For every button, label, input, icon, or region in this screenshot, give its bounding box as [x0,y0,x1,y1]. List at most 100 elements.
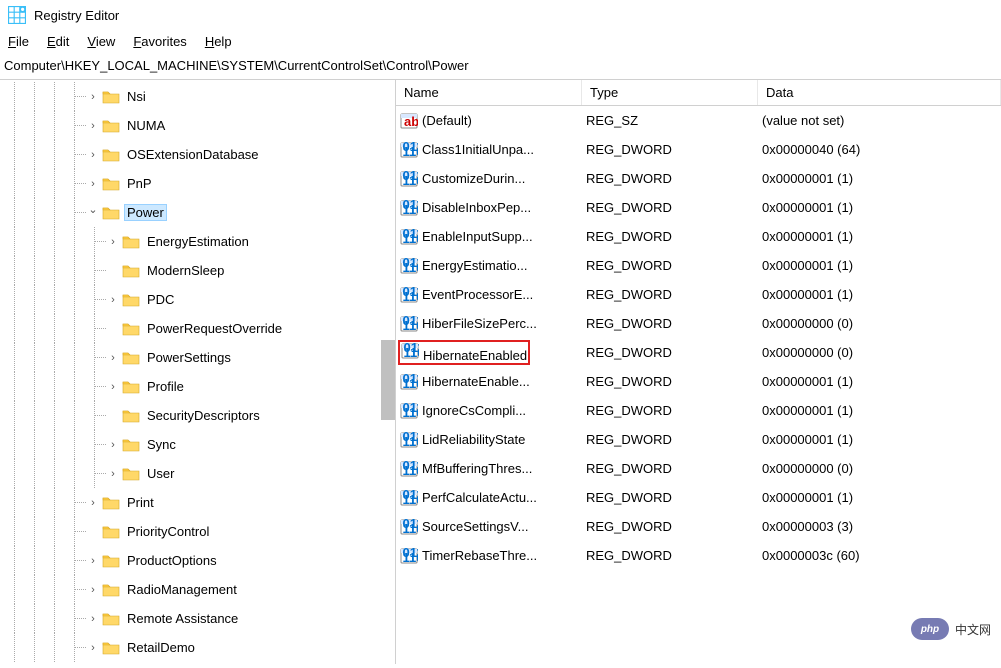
value-row[interactable]: 011 110 TimerRebaseThre...REG_DWORD0x000… [396,541,1001,570]
expand-toggle[interactable]: › [86,120,100,132]
expand-toggle[interactable]: › [86,613,100,625]
php-logo-icon: php [911,618,949,640]
value-row[interactable]: 011 110 HibernateEnable...REG_DWORD0x000… [396,367,1001,396]
tree-item-prioritycontrol[interactable]: PriorityControl [0,517,395,546]
cell-data: 0x00000000 (0) [758,314,1001,333]
expand-toggle[interactable]: ⌄ [86,203,100,216]
cell-type: REG_DWORD [582,401,758,420]
tree-item-user[interactable]: › User [0,459,395,488]
value-row[interactable]: 011 110 EventProcessorE...REG_DWORD0x000… [396,280,1001,309]
tree-item-radiomanagement[interactable]: › RadioManagement [0,575,395,604]
tree-item-pdc[interactable]: › PDC [0,285,395,314]
value-row[interactable]: 011 110 MfBufferingThres...REG_DWORD0x00… [396,454,1001,483]
tree-label: ModernSleep [144,262,227,279]
cell-name: 011 110 IgnoreCsCompli... [396,400,582,422]
svg-text:110: 110 [403,405,419,420]
expand-toggle[interactable]: › [106,236,120,248]
menu-help[interactable]: Help [205,34,232,49]
value-row[interactable]: 011 110 IgnoreCsCompli...REG_DWORD0x0000… [396,396,1001,425]
expand-toggle[interactable]: › [86,497,100,509]
tree-item-print[interactable]: › Print [0,488,395,517]
tree-panel[interactable]: › Nsi› NUMA› OSExtensionDatabase› PnP⌄ P… [0,80,396,664]
folder-icon [102,553,120,568]
tree-item-retaildemo[interactable]: › RetailDemo [0,633,395,662]
list-panel[interactable]: Name Type Data ab (Default)REG_SZ(value … [396,80,1001,664]
value-row[interactable]: 011 110 HiberFileSizePerc...REG_DWORD0x0… [396,309,1001,338]
highlight-box: 011 110 HibernateEnabled [398,340,530,365]
tree-item-energyestimation[interactable]: › EnergyEstimation [0,227,395,256]
value-name: Class1InitialUnpa... [422,142,534,157]
tree-item-profile[interactable]: › Profile [0,372,395,401]
regedit-icon [8,6,26,24]
expand-toggle[interactable]: › [106,352,120,364]
tree-label: RetailDemo [124,639,198,656]
expand-toggle[interactable]: › [106,294,120,306]
expand-toggle[interactable]: › [106,381,120,393]
tree-item-powersettings[interactable]: › PowerSettings [0,343,395,372]
menu-view[interactable]: View [87,34,115,49]
tree-item-sync[interactable]: › Sync [0,430,395,459]
value-row[interactable]: 011 110 HibernateEnabledREG_DWORD0x00000… [396,338,1001,367]
value-name: HiberFileSizePerc... [422,316,537,331]
svg-text:ab: ab [404,114,418,129]
cell-type: REG_DWORD [582,459,758,478]
cell-type: REG_DWORD [582,517,758,536]
menu-file[interactable]: File [8,34,29,49]
svg-text:110: 110 [403,144,419,159]
header-name[interactable]: Name [396,80,582,105]
expand-toggle[interactable]: › [86,91,100,103]
expand-toggle[interactable]: › [106,468,120,480]
value-row[interactable]: 011 110 DisableInboxPep...REG_DWORD0x000… [396,193,1001,222]
folder-icon [102,582,120,597]
value-row[interactable]: 011 110 LidReliabilityStateREG_DWORD0x00… [396,425,1001,454]
cell-type: REG_DWORD [582,488,758,507]
svg-text:110: 110 [403,202,419,217]
value-row[interactable]: 011 110 SourceSettingsV...REG_DWORD0x000… [396,512,1001,541]
binary-value-icon: 011 110 [400,518,418,536]
expand-toggle[interactable]: › [86,149,100,161]
folder-icon [102,89,120,104]
menu-favorites[interactable]: Favorites [133,34,186,49]
cell-data: (value not set) [758,111,1001,130]
expand-toggle[interactable]: › [106,439,120,451]
expand-toggle[interactable]: › [86,642,100,654]
header-data[interactable]: Data [758,80,1001,105]
header-type[interactable]: Type [582,80,758,105]
tree-item-powerrequestoverride[interactable]: PowerRequestOverride [0,314,395,343]
tree-label: RadioManagement [124,581,240,598]
value-row[interactable]: 011 110 CustomizeDurin...REG_DWORD0x0000… [396,164,1001,193]
cell-name: 011 110 MfBufferingThres... [396,458,582,480]
tree-item-pnp[interactable]: › PnP [0,169,395,198]
cell-data: 0x00000001 (1) [758,198,1001,217]
tree-item-osextensiondatabase[interactable]: › OSExtensionDatabase [0,140,395,169]
expand-toggle[interactable]: › [86,584,100,596]
cell-name: 011 110 EnergyEstimatio... [396,255,582,277]
value-row[interactable]: ab (Default)REG_SZ(value not set) [396,106,1001,135]
value-row[interactable]: 011 110 Class1InitialUnpa...REG_DWORD0x0… [396,135,1001,164]
folder-icon [102,495,120,510]
cell-name: 011 110 HibernateEnable... [396,371,582,393]
cell-data: 0x00000001 (1) [758,372,1001,391]
value-name: (Default) [422,113,472,128]
scrollbar-thumb[interactable] [381,340,395,420]
binary-value-icon: 011 110 [400,315,418,333]
value-row[interactable]: 011 110 EnergyEstimatio...REG_DWORD0x000… [396,251,1001,280]
cell-type: REG_DWORD [582,256,758,275]
tree-item-power[interactable]: ⌄ Power [0,198,395,227]
tree-item-securitydescriptors[interactable]: SecurityDescriptors [0,401,395,430]
cell-data: 0x00000000 (0) [758,343,1001,362]
value-row[interactable]: 011 110 EnableInputSupp...REG_DWORD0x000… [396,222,1001,251]
tree-item-numa[interactable]: › NUMA [0,111,395,140]
menu-edit[interactable]: Edit [47,34,69,49]
tree-label: SecurityDescriptors [144,407,263,424]
address-bar[interactable]: Computer\HKEY_LOCAL_MACHINE\SYSTEM\Curre… [0,54,1001,80]
value-row[interactable]: 011 110 PerfCalculateActu...REG_DWORD0x0… [396,483,1001,512]
tree-label: PowerSettings [144,349,234,366]
tree-item-productoptions[interactable]: › ProductOptions [0,546,395,575]
tree-item-nsi[interactable]: › Nsi [0,82,395,111]
expand-toggle[interactable]: › [86,178,100,190]
tree-item-modernsleep[interactable]: ModernSleep [0,256,395,285]
expand-toggle[interactable]: › [86,555,100,567]
binary-value-icon: 011 110 [400,402,418,420]
tree-item-remote-assistance[interactable]: › Remote Assistance [0,604,395,633]
